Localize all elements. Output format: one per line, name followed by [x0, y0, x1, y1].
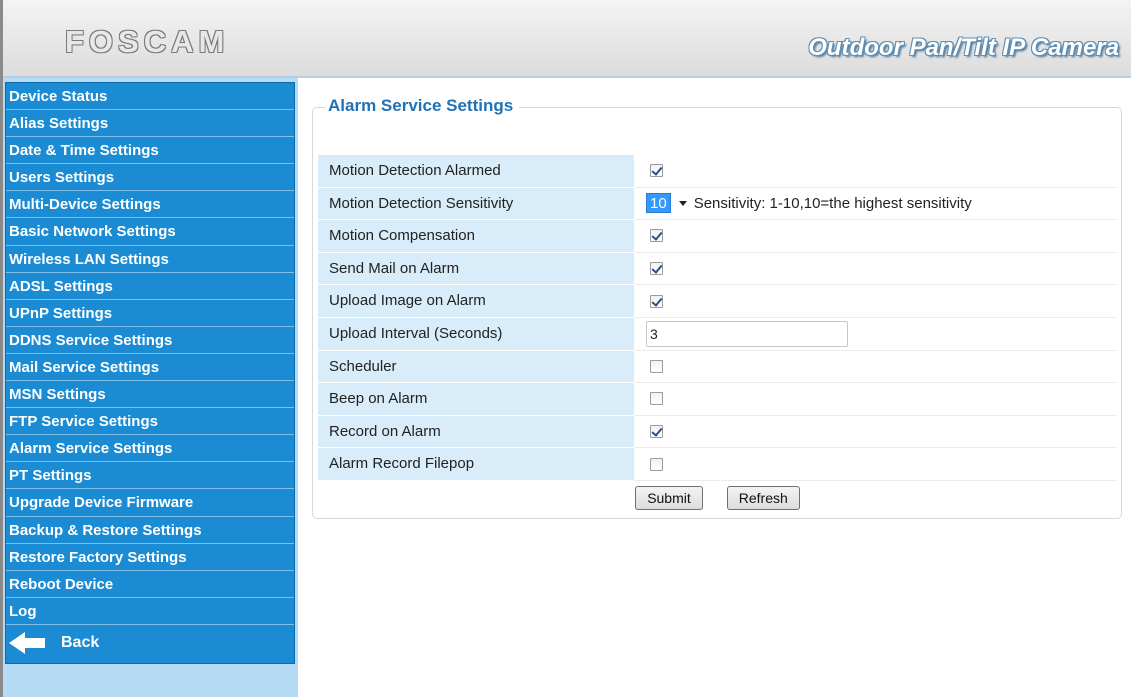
settings-row: Motion Compensation	[318, 220, 1117, 253]
sidebar-item-ftp-service-settings[interactable]: FTP Service Settings	[6, 408, 294, 436]
sidebar-item-alarm-service-settings[interactable]: Alarm Service Settings	[6, 435, 294, 463]
value-cell	[634, 220, 1117, 253]
sidebar-item-device-status[interactable]: Device Status	[6, 83, 294, 111]
sensitivity-hint: Sensitivity: 1-10,10=the highest sensiti…	[693, 194, 972, 212]
value-cell	[634, 383, 1117, 416]
beep-on-alarm-checkbox[interactable]	[650, 392, 663, 406]
value-cell	[634, 155, 1117, 188]
beep-on-alarm-label: Beep on Alarm	[318, 383, 634, 416]
settings-row: Record on Alarm	[318, 415, 1117, 449]
form-buttons: Submit Refresh	[318, 486, 1117, 510]
upload-interval-input[interactable]: 3	[646, 320, 848, 347]
header: FOSCAM Outdoor Pan/Tilt IP Camera	[3, 0, 1131, 76]
settings-row: Upload Image on Alarm	[318, 285, 1117, 318]
product-title: Outdoor Pan/Tilt IP Camera	[808, 34, 1119, 61]
sidebar-item-upnp-settings[interactable]: UPnP Settings	[6, 300, 294, 327]
sidebar-item-multi-device-settings[interactable]: Multi-Device Settings	[6, 191, 294, 219]
chevron-down-icon	[678, 200, 687, 206]
submit-button[interactable]: Submit	[635, 486, 703, 510]
settings-row: Motion Detection Sensitivity 10 Sensitiv…	[318, 187, 1117, 221]
sidebar-item-adsl-settings[interactable]: ADSL Settings	[6, 273, 294, 300]
sidebar-item-alias-settings[interactable]: Alias Settings	[6, 110, 294, 138]
back-label: Back	[61, 633, 100, 651]
upload-image-on-alarm-label: Upload Image on Alarm	[318, 285, 634, 318]
sensitivity-select[interactable]: 10	[646, 192, 694, 214]
record-on-alarm-label: Record on Alarm	[318, 415, 634, 449]
settings-table: Motion Detection Alarmed Motion Detectio…	[318, 155, 1117, 481]
motion-detection-alarmed-label: Motion Detection Alarmed	[318, 155, 634, 188]
value-cell	[634, 252, 1117, 286]
motion-compensation-checkbox[interactable]	[650, 229, 663, 243]
upload-image-on-alarm-checkbox[interactable]	[650, 294, 663, 308]
settings-row: Beep on Alarm	[318, 383, 1117, 416]
sidebar-item-ddns-service-settings[interactable]: DDNS Service Settings	[6, 327, 294, 354]
section-title: Alarm Service Settings	[325, 96, 520, 116]
settings-row: Scheduler	[318, 350, 1117, 384]
upload-interval-label: Upload Interval (Seconds)	[318, 317, 634, 351]
motion-compensation-label: Motion Compensation	[318, 220, 634, 253]
sidebar-item-backup-restore-settings[interactable]: Backup & Restore Settings	[6, 517, 294, 544]
sensitivity-select-value: 10	[646, 193, 671, 214]
sidebar-nav: Device Status Alias Settings Date & Time…	[5, 82, 295, 664]
foscam-logo: FOSCAM	[65, 24, 230, 59]
settings-row: Upload Interval (Seconds) 3	[318, 317, 1117, 351]
value-cell	[634, 448, 1117, 481]
send-mail-on-alarm-checkbox[interactable]	[650, 262, 663, 276]
sidebar-item-reboot-device[interactable]: Reboot Device	[6, 571, 294, 598]
alarm-record-filepop-checkbox[interactable]	[650, 457, 663, 471]
value-cell	[634, 350, 1117, 384]
sidebar-item-wireless-lan-settings[interactable]: Wireless LAN Settings	[6, 246, 294, 273]
sidebar-item-mail-service-settings[interactable]: Mail Service Settings	[6, 354, 294, 382]
motion-detection-alarmed-checkbox[interactable]	[650, 164, 663, 178]
settings-row: Alarm Record Filepop	[318, 448, 1117, 481]
sidebar-item-msn-settings[interactable]: MSN Settings	[6, 381, 294, 409]
motion-detection-sensitivity-label: Motion Detection Sensitivity	[318, 187, 634, 221]
value-cell	[634, 415, 1117, 449]
sidebar-item-log[interactable]: Log	[6, 598, 294, 625]
value-cell: 10 Sensitivity: 1-10,10=the highest sens…	[634, 187, 1117, 221]
value-cell	[634, 285, 1117, 318]
value-cell: 3	[634, 317, 1117, 351]
refresh-button[interactable]: Refresh	[726, 486, 800, 510]
scheduler-checkbox[interactable]	[650, 359, 663, 373]
back-link[interactable]: Back	[6, 625, 294, 661]
send-mail-on-alarm-label: Send Mail on Alarm	[318, 252, 634, 286]
settings-row: Motion Detection Alarmed	[318, 155, 1117, 188]
sidebar-item-users-settings[interactable]: Users Settings	[6, 164, 294, 192]
arrow-left-icon	[9, 631, 45, 654]
settings-row: Send Mail on Alarm	[318, 252, 1117, 286]
sidebar-item-date-time-settings[interactable]: Date & Time Settings	[6, 137, 294, 165]
scheduler-label: Scheduler	[318, 350, 634, 384]
sidebar-item-pt-settings[interactable]: PT Settings	[6, 462, 294, 490]
page: FOSCAM Outdoor Pan/Tilt IP Camera Device…	[0, 0, 1131, 697]
record-on-alarm-checkbox[interactable]	[650, 425, 663, 439]
sidebar-item-restore-factory-settings[interactable]: Restore Factory Settings	[6, 544, 294, 571]
sidebar-item-basic-network-settings[interactable]: Basic Network Settings	[6, 218, 294, 246]
sidebar-item-upgrade-device-firmware[interactable]: Upgrade Device Firmware	[6, 489, 294, 517]
alarm-record-filepop-label: Alarm Record Filepop	[318, 448, 634, 481]
